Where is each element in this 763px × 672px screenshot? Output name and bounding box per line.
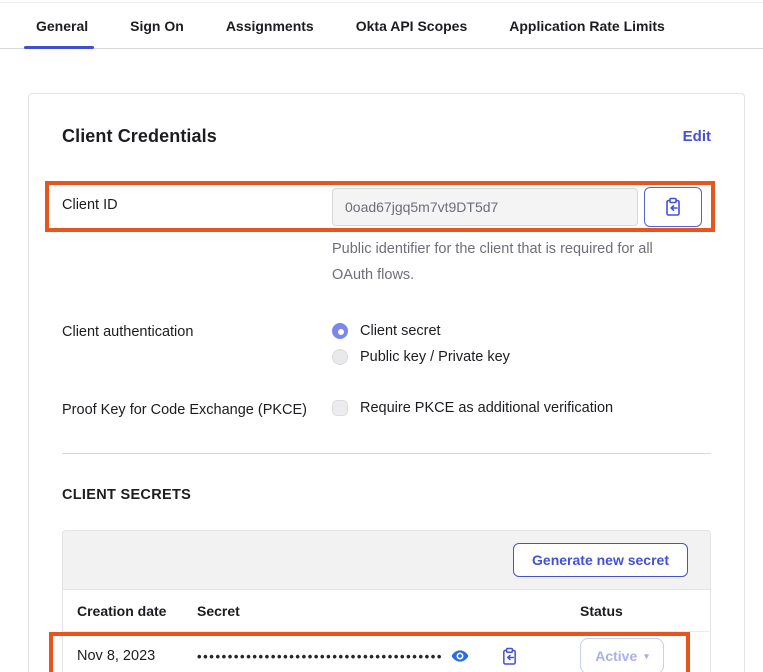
client-id-label: Client ID	[62, 187, 332, 213]
header-status: Status	[580, 603, 696, 619]
client-id-value-field[interactable]: 0oad67jgq5m7vt9DT5d7	[332, 188, 638, 226]
radio-unselected-icon[interactable]	[332, 349, 348, 365]
checkbox-unchecked-icon[interactable]	[332, 400, 348, 416]
radio-selected-icon[interactable]	[332, 323, 348, 339]
tab-assignments[interactable]: Assignments	[222, 3, 318, 48]
edit-link[interactable]: Edit	[683, 128, 711, 145]
radio-option-public-private-key[interactable]: Public key / Private key	[332, 349, 510, 365]
client-authentication-options: Client secret Public key / Private key	[332, 314, 510, 365]
generate-new-secret-button[interactable]: Generate new secret	[513, 543, 688, 577]
status-cell: Active ▾	[580, 638, 696, 672]
client-secrets-title: CLIENT SECRETS	[62, 487, 711, 503]
tab-okta-api-scopes[interactable]: Okta API Scopes	[352, 3, 472, 48]
header-secret: Secret	[197, 603, 580, 619]
pkce-row: Proof Key for Code Exchange (PKCE) Requi…	[62, 392, 711, 418]
client-authentication-row: Client authentication Client secret Publ…	[62, 314, 711, 365]
table-header-row: Creation date Secret Status	[63, 590, 710, 632]
client-authentication-label: Client authentication	[62, 314, 332, 340]
client-id-help-text: Public identifier for the client that is…	[332, 236, 666, 288]
pkce-checkbox-option[interactable]: Require PKCE as additional verification	[332, 392, 613, 416]
status-dropdown-button[interactable]: Active ▾	[580, 638, 664, 672]
client-id-field-group: 0oad67jgq5m7vt9DT5d7	[332, 187, 702, 227]
copy-client-id-button[interactable]	[644, 187, 702, 227]
client-credentials-header: Client Credentials Edit	[62, 126, 711, 147]
header-creation-date: Creation date	[77, 603, 197, 619]
status-label: Active	[595, 648, 637, 664]
section-title: Client Credentials	[62, 126, 217, 147]
tab-application-rate-limits[interactable]: Application Rate Limits	[505, 3, 669, 48]
tab-sign-on[interactable]: Sign On	[126, 3, 188, 48]
clipboard-copy-icon	[501, 647, 518, 666]
radio-option-label: Public key / Private key	[360, 349, 510, 365]
okta-app-settings-page: General Sign On Assignments Okta API Sco…	[0, 0, 763, 672]
client-secrets-toolbar: Generate new secret	[62, 530, 711, 590]
chevron-down-icon: ▾	[644, 651, 649, 662]
app-tab-bar: General Sign On Assignments Okta API Sco…	[0, 3, 763, 49]
client-id-row: Client ID 0oad67jgq5m7vt9DT5d7	[62, 187, 711, 227]
creation-date-cell: Nov 8, 2023	[77, 648, 197, 664]
pkce-label: Proof Key for Code Exchange (PKCE)	[62, 392, 332, 418]
copy-secret-button[interactable]	[501, 647, 518, 666]
client-secrets-table: Creation date Secret Status Nov 8, 2023 …	[62, 590, 711, 672]
pkce-option-label: Require PKCE as additional verification	[360, 400, 613, 416]
tab-general[interactable]: General	[32, 3, 92, 48]
client-credentials-card: Client Credentials Edit Client ID 0oad67…	[28, 93, 745, 672]
section-divider	[62, 453, 711, 454]
table-row: Nov 8, 2023 ••••••••••••••••••••••••••••…	[63, 632, 710, 672]
radio-option-client-secret[interactable]: Client secret	[332, 323, 510, 339]
reveal-secret-button[interactable]	[451, 649, 469, 663]
secret-cell: ••••••••••••••••••••••••••••••••••••••••	[197, 647, 580, 666]
radio-option-label: Client secret	[360, 323, 441, 339]
masked-secret-value: ••••••••••••••••••••••••••••••••••••••••	[197, 649, 443, 664]
clipboard-copy-icon	[664, 197, 682, 217]
eye-icon	[451, 649, 469, 663]
